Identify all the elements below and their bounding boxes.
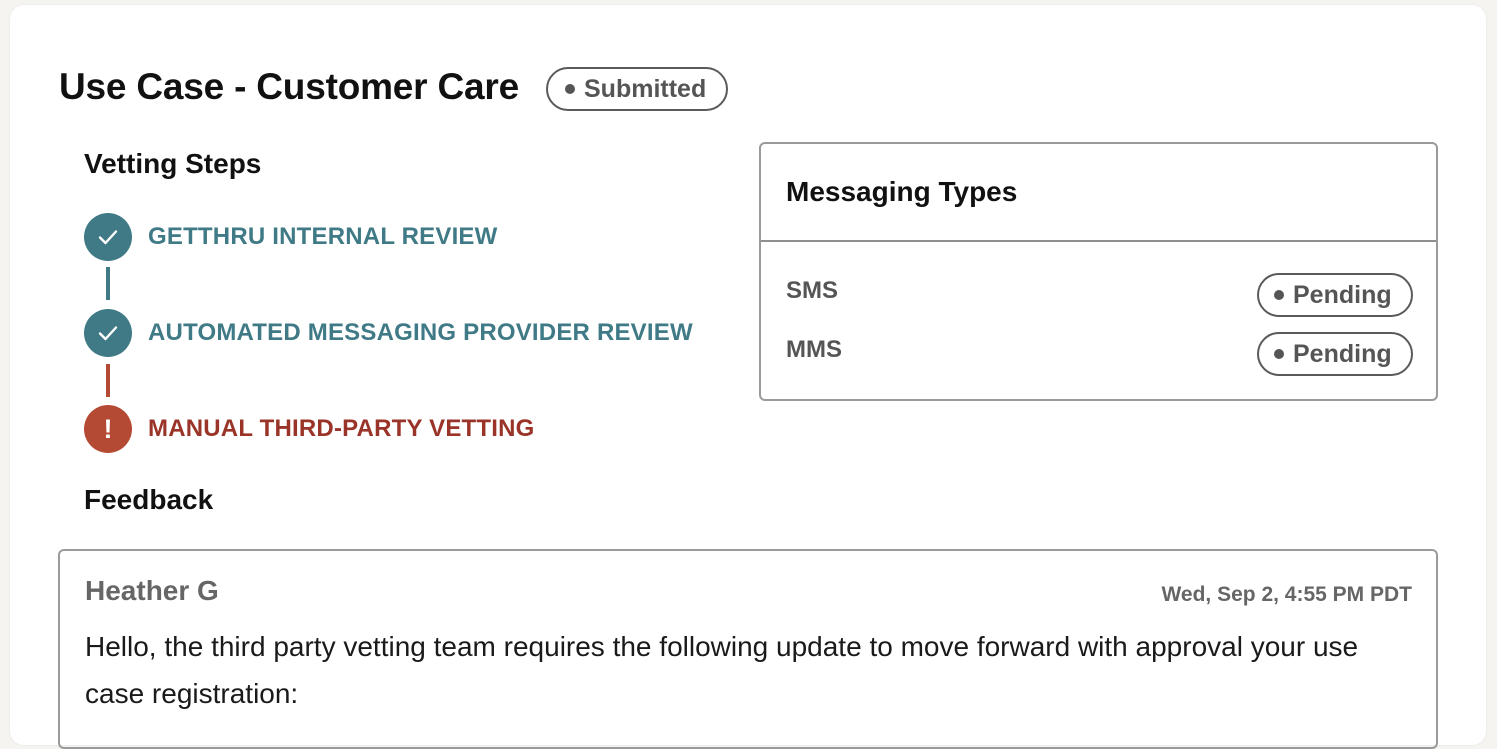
vetting-step-internal-review: GETTHRU INTERNAL REVIEW bbox=[84, 213, 498, 261]
step-connector bbox=[106, 267, 110, 300]
vetting-step-provider-review: AUTOMATED MESSAGING PROVIDER REVIEW bbox=[84, 309, 693, 357]
messaging-type-sms: SMS bbox=[786, 277, 839, 304]
status-badge: Submitted bbox=[546, 67, 728, 111]
messaging-types-title: Messaging Types bbox=[786, 176, 1018, 207]
status-dot-icon bbox=[565, 84, 575, 94]
vetting-steps-heading: Vetting Steps bbox=[84, 148, 262, 179]
feedback-author: Heather G bbox=[85, 575, 219, 606]
vetting-step-third-party: ! MANUAL THIRD-PARTY VETTING bbox=[84, 405, 535, 453]
status-label: Pending bbox=[1293, 280, 1392, 309]
feedback-timestamp: Wed, Sep 2, 4:55 PM PDT bbox=[1161, 583, 1412, 606]
messaging-type-mms: MMS bbox=[786, 336, 842, 363]
divider bbox=[761, 240, 1436, 242]
check-icon bbox=[84, 309, 132, 357]
feedback-message: Hello, the third party vetting team requ… bbox=[85, 631, 1359, 709]
step-connector bbox=[106, 364, 110, 397]
mms-status-badge: Pending bbox=[1257, 332, 1413, 376]
page-title: Use Case - Customer Care bbox=[59, 66, 519, 107]
check-icon bbox=[84, 213, 132, 261]
status-label: Submitted bbox=[584, 74, 707, 103]
vetting-step-label: GETTHRU INTERNAL REVIEW bbox=[148, 223, 498, 250]
status-label: Pending bbox=[1293, 339, 1392, 368]
feedback-entry: Heather G Wed, Sep 2, 4:55 PM PDT Hello,… bbox=[58, 549, 1438, 749]
status-dot-icon bbox=[1274, 290, 1284, 300]
vetting-step-label: AUTOMATED MESSAGING PROVIDER REVIEW bbox=[148, 319, 693, 346]
status-dot-icon bbox=[1274, 349, 1284, 359]
sms-status-badge: Pending bbox=[1257, 273, 1413, 317]
feedback-heading: Feedback bbox=[84, 484, 214, 515]
messaging-types-panel: Messaging Types SMS Pending MMS Pending bbox=[759, 142, 1438, 401]
vetting-step-label: MANUAL THIRD-PARTY VETTING bbox=[148, 415, 535, 442]
exclamation-icon: ! bbox=[84, 405, 132, 453]
